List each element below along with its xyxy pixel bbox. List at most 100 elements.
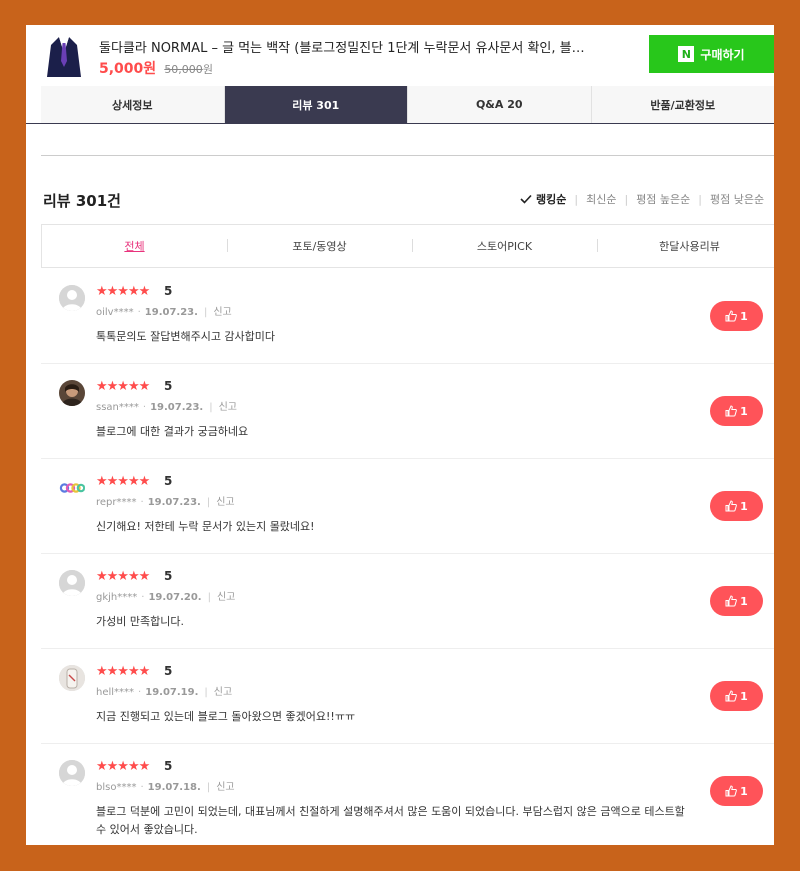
- report-link[interactable]: 신고: [216, 782, 234, 793]
- report-link[interactable]: 신고: [217, 592, 235, 603]
- meta-dot: ·: [140, 497, 144, 508]
- like-button[interactable]: 1: [710, 586, 763, 616]
- thumbs-up-icon: [725, 405, 738, 417]
- review-meta: oilv**** · 19.07.23. | 신고: [96, 303, 232, 318]
- tab-details[interactable]: 상세정보: [41, 86, 224, 123]
- sort-latest[interactable]: 최신순: [586, 191, 616, 207]
- product-title[interactable]: 둘다클라 NORMAL – 글 먹는 백작 (블로그정밀진단 1단계 누락문서 …: [99, 37, 599, 56]
- sort-separator: |: [574, 192, 579, 206]
- review-text: 블로그에 대한 결과가 궁금하네요: [96, 425, 249, 438]
- review-filter-bar: 전체 포토/동영상 스토어PICK 한달사용리뷰: [41, 224, 774, 268]
- rating-score: 5: [164, 379, 173, 393]
- original-price-unit: 원: [202, 63, 213, 76]
- reviewer-id: repr****: [96, 497, 137, 508]
- avatar: [59, 760, 85, 786]
- sort-separator: |: [624, 192, 629, 206]
- rating-stars: ★★★★★: [96, 759, 150, 774]
- reviewer-id: oilv****: [96, 307, 134, 318]
- product-review-panel: 둘다클라 NORMAL – 글 먹는 백작 (블로그정밀진단 1단계 누락문서 …: [26, 25, 774, 845]
- thumbs-up-icon: [725, 595, 738, 607]
- thumbs-up-icon: [725, 310, 738, 322]
- review-item: ★★★★★ 5 blso**** · 19.07.18. | 신고 블로그 덕분에 고민…: [41, 743, 774, 845]
- buy-button-label: 구매하기: [700, 47, 745, 62]
- meta-separator: |: [209, 402, 213, 413]
- meta-separator: |: [207, 592, 211, 603]
- avatar: [59, 665, 85, 691]
- filter-month-use[interactable]: 한달사용리뷰: [597, 225, 774, 267]
- review-date: 19.07.23.: [150, 402, 204, 413]
- thumbs-up-icon: [725, 690, 738, 702]
- report-link[interactable]: 신고: [216, 497, 234, 508]
- tab-underline: [26, 123, 774, 124]
- tab-qna[interactable]: Q&A 20: [407, 86, 591, 123]
- sale-price: 5,000원: [99, 61, 157, 77]
- like-button[interactable]: 1: [710, 681, 763, 711]
- buy-button[interactable]: N 구매하기: [649, 35, 774, 73]
- check-icon: [520, 194, 532, 204]
- filter-store-pick[interactable]: 스토어PICK: [412, 225, 597, 267]
- avatar: [59, 570, 85, 596]
- price-row: 5,000원 50,000원: [99, 58, 213, 78]
- avatar: [59, 475, 85, 501]
- rating-score: 5: [164, 664, 173, 678]
- review-item: ★★★★★ 5 hell**** · 19.07.19. | 신고 지금 진행되고 있는…: [41, 648, 774, 744]
- reviews-title: 리뷰 301건: [43, 192, 121, 210]
- review-date: 19.07.23.: [147, 497, 201, 508]
- meta-separator: |: [206, 782, 211, 793]
- sort-rating-high[interactable]: 평점 높은순: [636, 191, 690, 207]
- meta-dot: ·: [141, 592, 145, 603]
- rating-stars: ★★★★★: [96, 474, 150, 489]
- review-meta: hell**** · 19.07.19. | 신고: [96, 683, 232, 698]
- meta-dot: ·: [138, 687, 142, 698]
- review-meta: blso**** · 19.07.18. | 신고: [96, 778, 235, 793]
- review-meta: gkjh**** · 19.07.20. | 신고: [96, 588, 235, 603]
- review-date: 19.07.23.: [144, 307, 198, 318]
- like-count: 1: [740, 499, 748, 513]
- section-divider: [41, 155, 774, 156]
- meta-dot: ·: [137, 307, 141, 318]
- review-item: ★★★★★ 5 ssan**** · 19.07.23. | 신고 블로그에 대한 결과…: [41, 363, 774, 459]
- rating-stars: ★★★★★: [96, 379, 150, 394]
- meta-separator: |: [206, 497, 211, 508]
- report-link[interactable]: 신고: [219, 402, 237, 413]
- product-header: 둘다클라 NORMAL – 글 먹는 백작 (블로그정밀진단 1단계 누락문서 …: [26, 25, 774, 85]
- review-item: ★★★★★ 5 oilv**** · 19.07.23. | 신고 톡톡문의도 잘답변해…: [41, 268, 774, 364]
- like-button[interactable]: 1: [710, 396, 763, 426]
- rating-stars: ★★★★★: [96, 569, 150, 584]
- sort-ranking[interactable]: 랭킹순: [520, 191, 566, 207]
- reviewer-id: ssan****: [96, 402, 139, 413]
- reviewer-id: hell****: [96, 687, 135, 698]
- rating-score: 5: [164, 474, 173, 488]
- meta-dot: ·: [140, 782, 144, 793]
- tab-return-exchange[interactable]: 반품/교환정보: [590, 86, 774, 123]
- like-count: 1: [740, 309, 748, 323]
- report-link[interactable]: 신고: [213, 307, 231, 318]
- thumbs-up-icon: [725, 500, 738, 512]
- meta-separator: |: [203, 307, 208, 318]
- review-date: 19.07.18.: [147, 782, 201, 793]
- sort-rating-low[interactable]: 평점 낮은순: [710, 191, 764, 207]
- rating-stars: ★★★★★: [96, 284, 150, 299]
- filter-all[interactable]: 전체: [42, 225, 227, 267]
- review-text: 가성비 만족합니다.: [96, 615, 184, 628]
- like-count: 1: [740, 404, 748, 418]
- review-item: ★★★★★ 5 gkjh**** · 19.07.20. | 신고 가성비 만족합니다.…: [41, 553, 774, 649]
- original-price-number: 50,000: [164, 63, 203, 76]
- like-button[interactable]: 1: [710, 776, 763, 806]
- filter-photo-video[interactable]: 포토/동영상: [227, 225, 412, 267]
- rating-score: 5: [164, 284, 173, 298]
- avatar: [59, 285, 85, 311]
- product-thumbnail[interactable]: [41, 31, 87, 77]
- avatar: [59, 380, 85, 406]
- tab-reviews[interactable]: 리뷰 301: [223, 86, 407, 123]
- rating-score: 5: [164, 759, 173, 773]
- review-meta: ssan**** · 19.07.23. | 신고: [96, 398, 237, 413]
- review-date: 19.07.20.: [148, 592, 202, 603]
- rating-score: 5: [164, 569, 173, 583]
- report-link[interactable]: 신고: [214, 687, 232, 698]
- like-button[interactable]: 1: [710, 491, 763, 521]
- original-price: 50,000원: [164, 63, 213, 76]
- like-count: 1: [740, 784, 748, 798]
- review-item: ★★★★★ 5 repr**** · 19.07.23. | 신고 신기해요! 저한테 …: [41, 458, 774, 554]
- like-button[interactable]: 1: [710, 301, 763, 331]
